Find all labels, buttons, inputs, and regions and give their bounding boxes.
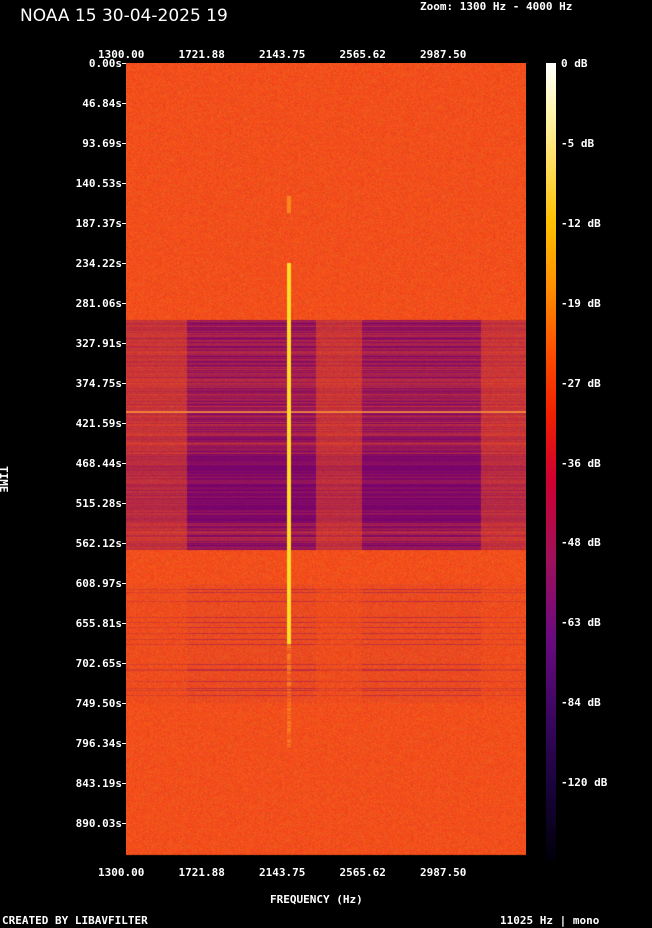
colorbar-tick-label: 0 dB — [561, 57, 588, 70]
y-tick-label: 749.50s — [75, 697, 122, 710]
x-tick-label: 1721.88 — [178, 48, 225, 61]
y-tick-label: 327.91s — [75, 337, 122, 350]
zoom-label: Zoom: 1300 Hz - 4000 Hz — [420, 0, 573, 13]
x-tick-label: 2987.50 — [420, 48, 467, 61]
colorbar-tick-label: -120 dB — [561, 776, 608, 790]
x-axis-label: FREQUENCY (Hz) — [270, 893, 363, 906]
x-tick-label: 2565.62 — [339, 48, 386, 61]
y-tick-label: 374.75s — [75, 377, 122, 390]
y-tick-label: 796.34s — [75, 737, 122, 750]
x-tick-label: 2143.75 — [259, 866, 306, 879]
y-tick-label: 234.22s — [75, 257, 122, 270]
y-tick-label: 421.59s — [75, 417, 122, 430]
y-tick-label: 46.84s — [82, 97, 122, 110]
colorbar — [546, 63, 556, 861]
x-tick-label: 2143.75 — [259, 48, 306, 61]
chart-title: NOAA 15 30-04-2025 19 — [20, 6, 228, 26]
colorbar-tick-label: -27 dB — [561, 376, 601, 390]
x-tick-label: 1300.00 — [98, 866, 145, 879]
colorbar-tick-label: -84 dB — [561, 696, 601, 710]
y-tick-label: 281.06s — [75, 297, 122, 310]
y-tick-label: 702.65s — [75, 657, 122, 670]
y-tick-label: 890.03s — [75, 817, 122, 830]
x-tick-label: 2565.62 — [339, 866, 386, 879]
x-tick-label: 2987.50 — [420, 866, 467, 879]
y-tick-label: 0.00s — [88, 57, 122, 70]
y-tick-label: 140.53s — [75, 177, 122, 190]
y-tick-label: 655.81s — [75, 617, 122, 630]
x-tick-label: 1721.88 — [178, 866, 225, 879]
y-tick-label: 187.37s — [75, 217, 122, 230]
footer-right: 11025 Hz | mono — [500, 914, 600, 927]
y-tick-label: 515.28s — [75, 497, 122, 510]
colorbar-tick-label: -63 dB — [561, 616, 601, 630]
colorbar-tick-label: -36 dB — [561, 456, 601, 470]
colorbar-tick-label: -19 dB — [561, 296, 601, 310]
y-tick-label: 93.69s — [82, 137, 122, 150]
y-tick-label: 468.44s — [75, 457, 122, 470]
colorbar-tick-label: -12 dB — [561, 216, 601, 230]
spectrogram-plot — [126, 63, 526, 863]
y-axis-label: TIME — [0, 466, 10, 493]
y-tick-label: 562.12s — [75, 537, 122, 550]
colorbar-tick-label: -48 dB — [561, 536, 601, 550]
y-tick-label: 608.97s — [75, 577, 122, 590]
colorbar-tick-label: -5 dB — [561, 136, 595, 150]
y-tick-label: 843.19s — [75, 777, 122, 790]
footer-left: CREATED BY LIBAVFILTER — [2, 914, 148, 927]
